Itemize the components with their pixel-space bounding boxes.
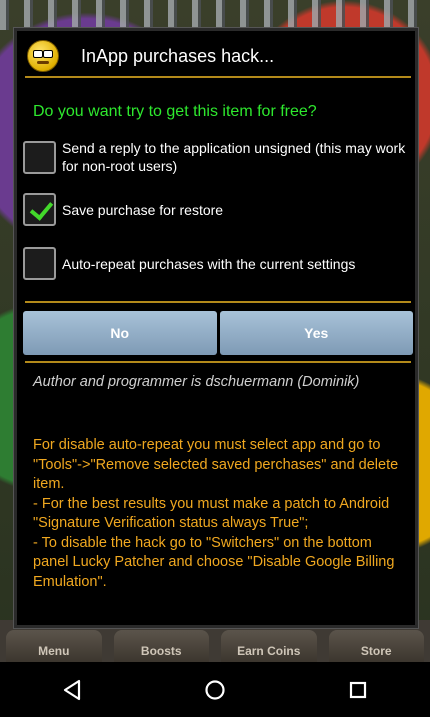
recents-icon[interactable] [338, 670, 378, 710]
option-auto-repeat[interactable]: Auto-repeat purchases with the current s… [23, 247, 413, 280]
yes-button[interactable]: Yes [219, 311, 413, 355]
option-label: Auto-repeat purchases with the current s… [62, 255, 356, 272]
checkbox-send-unsigned[interactable] [23, 140, 56, 174]
option-label: Send a reply to the application unsigned… [62, 140, 406, 174]
checkbox-save-purchase[interactable] [23, 193, 56, 226]
dialog-header: InApp purchases hack... [17, 31, 415, 81]
option-label: Save purchase for restore [62, 201, 224, 218]
buttons-divider [25, 361, 411, 363]
options-divider [25, 301, 411, 303]
home-icon[interactable] [195, 670, 235, 710]
tab-boosts[interactable]: Boosts [113, 630, 209, 664]
info-line: - To disable the hack go to "Switchers" … [33, 534, 395, 590]
option-send-unsigned[interactable]: Send a reply to the application unsigned… [23, 139, 413, 175]
option-save-purchase[interactable]: Save purchase for restore [23, 193, 413, 226]
dialog-title: InApp purchases hack... [81, 45, 275, 66]
back-icon[interactable] [52, 670, 92, 710]
dialog-buttons: No Yes [23, 311, 413, 355]
question-text: Do you want try to get this item for fre… [33, 103, 317, 120]
tab-earn-coins[interactable]: Earn Coins [221, 630, 317, 664]
smiley-icon [27, 40, 59, 72]
tab-menu[interactable]: Menu [6, 630, 102, 664]
author-text: Author and programmer is dschuermann (Do… [33, 374, 360, 390]
no-button[interactable]: No [23, 311, 217, 355]
checkbox-auto-repeat[interactable] [23, 247, 56, 280]
android-nav-bar [0, 662, 430, 717]
info-text: For disable auto-repeat you must select … [33, 436, 409, 592]
tab-store[interactable]: Store [328, 630, 424, 664]
title-divider [25, 76, 411, 78]
info-line: For disable auto-repeat you must select … [33, 437, 399, 492]
notebook-rings [0, 0, 430, 30]
info-line: - For the best results you must make a p… [33, 495, 390, 532]
inapp-hack-dialog: InApp purchases hack... Do you want try … [14, 28, 418, 628]
